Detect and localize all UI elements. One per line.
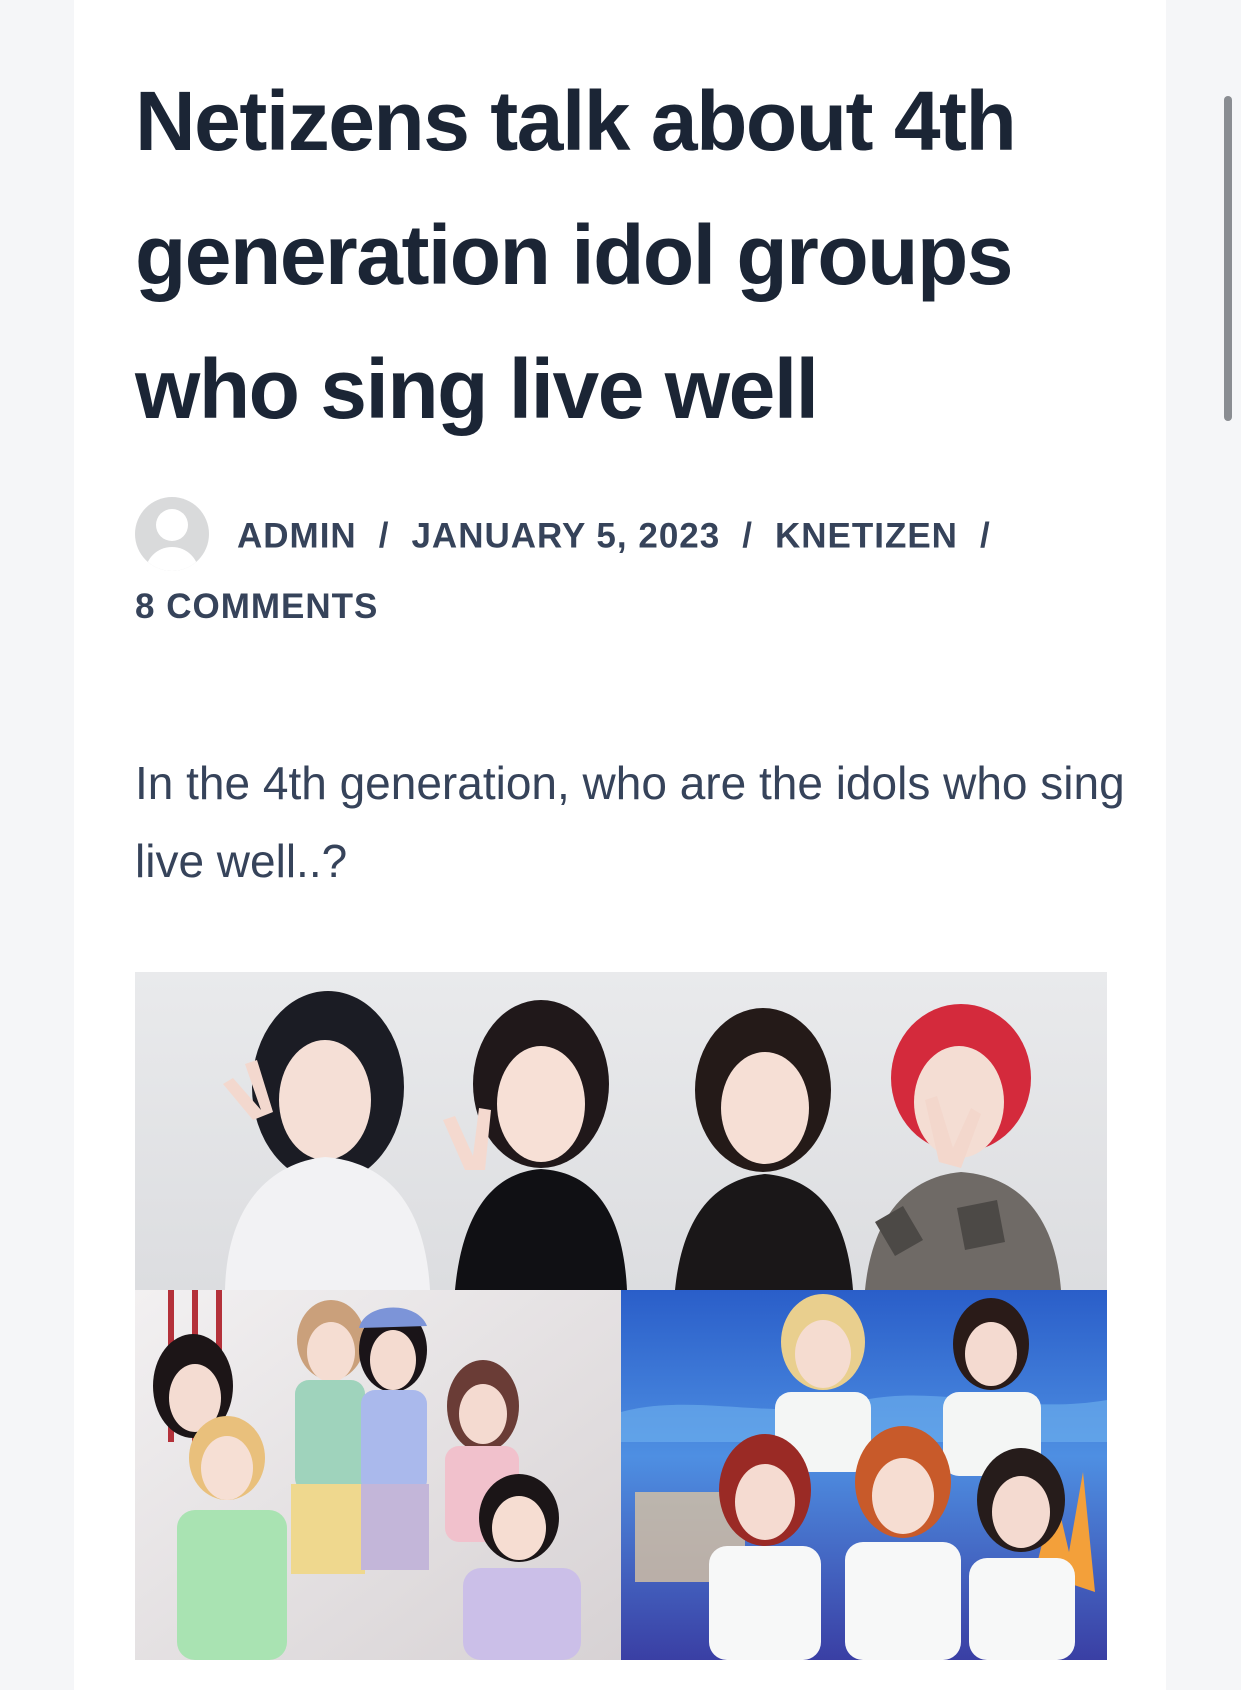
author-link[interactable]: ADMIN xyxy=(237,516,357,555)
category-link[interactable]: KNETIZEN xyxy=(775,516,958,555)
comments-link[interactable]: 8 COMMENTS xyxy=(135,587,378,626)
article-lead-paragraph: In the 4th generation, who are the idols… xyxy=(135,757,1125,887)
article: Netizens talk about 4th generation idol … xyxy=(135,54,1125,1660)
default-user-avatar-icon[interactable] xyxy=(135,497,209,571)
scrollbar-thumb[interactable] xyxy=(1224,96,1232,421)
article-title: Netizens talk about 4th generation idol … xyxy=(135,74,1017,436)
avatar-shoulders-shape xyxy=(145,547,199,571)
meta-separator: / xyxy=(378,516,390,556)
post-meta: ADMIN / JANUARY 5, 2023/KNETIZEN/8 COMMENT… xyxy=(135,497,1125,639)
meta-separator: / xyxy=(742,516,753,556)
avatar-head-shape xyxy=(156,509,188,541)
idol-group-photo-collage xyxy=(135,972,1107,1660)
meta-separator: / xyxy=(979,516,991,556)
date-link[interactable]: JANUARY 5, 2023 xyxy=(411,516,720,555)
photo-collage-image xyxy=(135,972,1107,1660)
